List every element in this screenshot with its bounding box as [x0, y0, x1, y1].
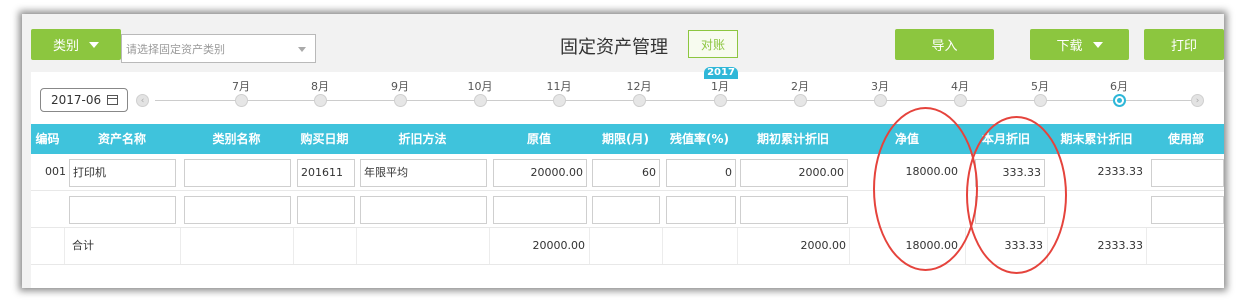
- cell-category[interactable]: [184, 159, 291, 187]
- timeline-month-dot[interactable]: [633, 94, 646, 107]
- timeline-month-label: 11月: [546, 80, 572, 93]
- category-placeholder: 请选择固定资产类别: [126, 42, 225, 56]
- column-header: 折旧方法: [398, 132, 447, 146]
- cell-code: 001: [45, 165, 66, 178]
- column-header: 原值: [526, 132, 551, 146]
- timeline-month-dot[interactable]: [714, 94, 727, 107]
- cell-residual-rate[interactable]: 0: [666, 159, 736, 187]
- cell-term[interactable]: [592, 196, 660, 224]
- total-label: 合计: [72, 239, 94, 252]
- cell-purchase-date[interactable]: [297, 196, 355, 224]
- column-header: 编码: [35, 132, 60, 146]
- timeline-month-dot[interactable]: [954, 94, 967, 107]
- cell-category[interactable]: [184, 196, 291, 224]
- timeline-month-label: 3月: [871, 80, 889, 93]
- category-label: 类别: [52, 39, 79, 54]
- column-header: 类别名称: [212, 132, 261, 146]
- timeline-month-label: 2月: [791, 80, 809, 93]
- prev-arrow-icon[interactable]: ‹: [136, 94, 149, 107]
- timeline-month-label: 6月: [1110, 80, 1128, 93]
- cell-purchase-date[interactable]: 201611: [297, 159, 355, 187]
- cell-residual-rate[interactable]: [666, 196, 736, 224]
- timeline-month-dot[interactable]: [394, 94, 407, 107]
- timeline-month-label: 5月: [1031, 80, 1049, 93]
- cell-department[interactable]: [1151, 196, 1224, 224]
- download-button[interactable]: 下载: [1030, 29, 1129, 60]
- cell-department[interactable]: [1151, 159, 1224, 187]
- total-opening-depr: 2000.00: [800, 239, 847, 252]
- column-header: 期限(月): [602, 132, 649, 146]
- cell-asset-name[interactable]: [69, 196, 176, 224]
- column-header: 期末累计折旧: [1060, 132, 1133, 146]
- total-closing-depr: 2333.33: [1097, 239, 1144, 252]
- next-arrow-icon[interactable]: ›: [1191, 94, 1204, 107]
- reconcile-button[interactable]: 对账: [688, 30, 738, 58]
- timeline-month-label: 9月: [391, 80, 409, 93]
- cell-original-value[interactable]: [493, 196, 587, 224]
- download-label: 下载: [1056, 39, 1083, 54]
- timeline-month-dot[interactable]: [1113, 94, 1126, 107]
- timeline-month-dot[interactable]: [235, 94, 248, 107]
- chevron-down-icon: [298, 47, 306, 52]
- timeline-month-label: 1月: [711, 80, 729, 93]
- column-header: 购买日期: [300, 132, 349, 146]
- cell-method[interactable]: [360, 196, 487, 224]
- chevron-down-icon: [89, 41, 99, 48]
- timeline-month-dot[interactable]: [474, 94, 487, 107]
- calendar-icon: [107, 95, 119, 105]
- timeline-month-dot[interactable]: [314, 94, 327, 107]
- timeline-month-dot[interactable]: [1034, 94, 1047, 107]
- toolbar: 类别 请选择固定资产类别 固定资产管理 对账 导入 下载 打印: [22, 14, 1224, 72]
- timeline-month-label: 7月: [232, 80, 250, 93]
- print-button[interactable]: 打印: [1144, 29, 1224, 60]
- cell-opening-depr[interactable]: 2000.00: [740, 159, 848, 187]
- period-value: 2017-06: [51, 93, 102, 107]
- timeline-month-dot[interactable]: [874, 94, 887, 107]
- cell-original-value[interactable]: 20000.00: [493, 159, 587, 187]
- cell-closing-depr: 2333.33: [1097, 165, 1144, 178]
- cell-term[interactable]: 60: [592, 159, 660, 187]
- import-button[interactable]: 导入: [895, 29, 994, 60]
- column-header: 期初累计折旧: [756, 132, 829, 146]
- column-header: 使用部: [1168, 132, 1205, 146]
- page-title: 固定资产管理: [560, 37, 668, 58]
- column-header: 资产名称: [97, 132, 146, 146]
- annotation-circle: [873, 107, 978, 271]
- timeline-month-dot[interactable]: [794, 94, 807, 107]
- timeline-month-label: 12月: [626, 80, 652, 93]
- column-header: 残值率(%): [670, 132, 729, 146]
- timeline-month-label: 4月: [951, 80, 969, 93]
- cell-opening-depr[interactable]: [740, 196, 848, 224]
- category-select[interactable]: 请选择固定资产类别: [121, 34, 316, 63]
- cell-asset-name[interactable]: 打印机: [69, 159, 176, 187]
- annotation-circle: [966, 116, 1067, 274]
- chevron-down-icon: [1092, 41, 1103, 48]
- cell-method[interactable]: 年限平均: [360, 159, 487, 187]
- period-timeline: 2017-06 ‹ 2017 7月 8月 9月 10月 11月 12月 1月 2月 3月 4月 5月…: [31, 67, 1224, 122]
- period-picker[interactable]: 2017-06: [40, 88, 128, 112]
- timeline-month-dot[interactable]: [553, 94, 566, 107]
- category-button[interactable]: 类别: [31, 29, 121, 60]
- total-original-value: 20000.00: [532, 239, 586, 252]
- timeline-month-label: 8月: [311, 80, 329, 93]
- timeline-month-label: 10月: [467, 80, 493, 93]
